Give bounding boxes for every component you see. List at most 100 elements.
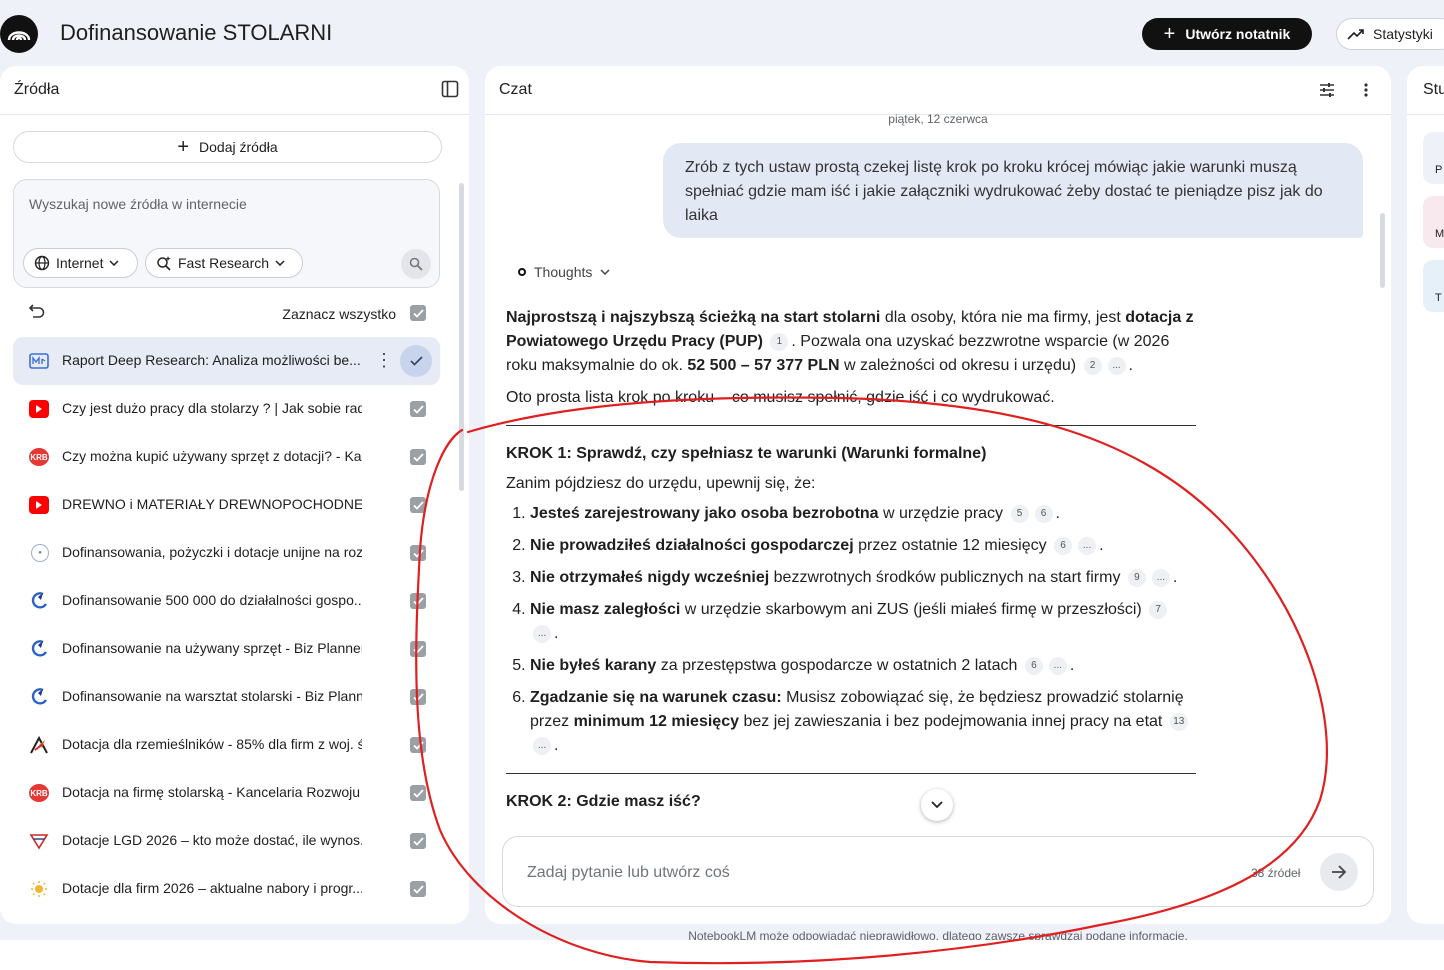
assistant-answer: Najprostszą i najszybszą ścieżką na star… [506, 306, 1196, 820]
chat-composer[interactable]: Zadaj pytanie lub utwórz coś 38 źródeł [502, 836, 1374, 907]
citation-chip[interactable]: 9 [1127, 568, 1146, 587]
citation-chip[interactable]: 7 [1149, 600, 1168, 619]
answer-intro: Najprostszą i najszybszą ścieżką na star… [506, 306, 1196, 378]
source-checkbox[interactable] [410, 545, 426, 561]
source-checkbox[interactable] [410, 593, 426, 609]
chat-panel: Czat piątek, 12 czerwca Zrób z tych usta… [485, 66, 1391, 924]
source-checkbox[interactable] [410, 641, 426, 657]
source-item[interactable]: Dofinansowanie na warsztat stolarski - B… [13, 673, 440, 721]
source-checkbox[interactable] [410, 689, 426, 705]
stats-label: Statystyki [1373, 26, 1433, 42]
check-icon [409, 356, 423, 366]
intro-text: . [1128, 357, 1133, 374]
notebook-title[interactable]: Dofinansowanie STOLARNI [60, 20, 332, 46]
citation-chip[interactable]: 1 [770, 332, 789, 351]
source-checkbox[interactable] [410, 881, 426, 897]
select-all-checkbox[interactable] [410, 305, 426, 321]
source-item[interactable]: KRB Dotacja na firmę stolarską - Kancela… [13, 769, 440, 817]
source-item[interactable]: Dofinansowanie na używany sprzęt - Biz P… [13, 625, 440, 673]
collapse-panel-icon[interactable] [441, 80, 459, 98]
tune-icon[interactable] [1319, 82, 1335, 98]
globe-icon: ● [31, 544, 49, 562]
source-count: 38 źródeł [1251, 866, 1301, 880]
scroll-down-button[interactable] [921, 789, 953, 821]
divider [506, 773, 1196, 774]
check-icon [412, 404, 424, 414]
source-item[interactable]: Dofinansowanie 500 000 do działalności g… [13, 577, 440, 625]
sources-panel: Źródła + Dodaj źródła Wyszukaj nowe źród… [0, 66, 469, 924]
citation-more-chip[interactable]: ... [533, 736, 551, 755]
send-button[interactable] [1320, 853, 1358, 891]
chat-scrollbar[interactable] [1380, 213, 1385, 288]
add-sources-button[interactable]: + Dodaj źródła [13, 131, 442, 163]
source-item[interactable]: KRB Czy można kupić używany sprzęt z dot… [13, 433, 440, 481]
condition-end: . [554, 625, 559, 642]
step1-heading: KROK 1: Sprawdź, czy spełniasz te warunk… [506, 445, 987, 462]
notebooklm-logo-icon[interactable] [0, 15, 38, 53]
chevron-down-icon [109, 260, 120, 266]
source-checkbox[interactable] [410, 737, 426, 753]
create-notebook-button[interactable]: + Utwórz notatnik [1142, 18, 1312, 50]
select-all-label: Zaznacz wszystko [282, 306, 396, 322]
citation-more-chip[interactable]: ... [1078, 536, 1097, 555]
search-submit-button[interactable] [401, 249, 431, 279]
condition-text: bez jej zawieszania i bez podejmowania i… [739, 713, 1163, 730]
source-title: DREWNO i MATERIAŁY DREWNOPOCHODNE -W... [62, 496, 362, 512]
citation-chip[interactable]: 6 [1034, 504, 1053, 523]
source-item[interactable]: ● Dofinansowania, pożyczki i dotacje uni… [13, 529, 440, 577]
chat-input[interactable]: Zadaj pytanie lub utwórz coś [527, 864, 730, 882]
chevron-down-icon [600, 269, 610, 275]
lgd-logo-icon [29, 834, 49, 850]
source-item[interactable]: Dotacje LGD 2026 – kto może dostać, ile … [13, 817, 440, 865]
stats-button[interactable]: Statystyki [1336, 18, 1444, 50]
intro-bold: 52 500 – 57 377 PLN [687, 357, 840, 374]
chevron-down-icon [931, 801, 943, 809]
citation-chip[interactable]: 13 [1169, 712, 1188, 731]
youtube-icon [29, 400, 49, 418]
source-checkbox[interactable] [410, 401, 426, 417]
check-icon [412, 788, 424, 798]
sun-logo-icon [31, 881, 47, 897]
condition-text: przez ostatnie 12 miesięcy [853, 537, 1047, 554]
web-search-input[interactable]: Wyszukaj nowe źródła w internecie [29, 196, 247, 212]
thoughts-toggle[interactable]: Thoughts [518, 264, 610, 280]
check-icon [412, 308, 424, 318]
more-vert-icon[interactable] [1363, 82, 1369, 98]
citation-more-chip[interactable]: ... [1107, 356, 1126, 375]
citation-chip[interactable]: 2 [1083, 356, 1102, 375]
source-checkbox[interactable] [410, 497, 426, 513]
internet-dropdown[interactable]: Internet [23, 248, 138, 278]
citation-chip[interactable]: 6 [1024, 656, 1043, 675]
web-search-box[interactable]: Wyszukaj nowe źródła w internecie Intern… [13, 179, 440, 288]
citation-more-chip[interactable]: ... [1048, 656, 1067, 675]
check-icon [412, 452, 424, 462]
sources-panel-header: Źródła [0, 66, 469, 115]
studio-card-report[interactable]: T [1423, 260, 1444, 312]
citation-more-chip[interactable]: ... [1151, 568, 1170, 587]
fast-research-dropdown[interactable]: Fast Research [145, 248, 303, 278]
source-item[interactable]: Dotacje dla firm 2026 – aktualne nabory … [13, 865, 440, 913]
source-item[interactable]: Czy jest dużo pracy dla stolarzy ? | Jak… [13, 385, 440, 433]
studio-card-audio[interactable]: P [1423, 132, 1444, 184]
studio-card-mindmap[interactable]: M [1423, 196, 1444, 248]
source-checkbox[interactable] [410, 785, 426, 801]
source-title: Dofinansowania, pożyczki i dotacje unijn… [62, 544, 362, 560]
more-vert-icon[interactable]: ⋮ [375, 350, 393, 371]
refresh-icon[interactable] [27, 304, 45, 320]
internet-label: Internet [56, 255, 104, 271]
citation-chip[interactable]: 6 [1054, 536, 1073, 555]
source-title: Dofinansowanie na warsztat stolarski - B… [62, 688, 362, 704]
star-logo-icon [30, 736, 48, 754]
source-checkbox[interactable] [400, 345, 432, 377]
source-item[interactable]: DREWNO i MATERIAŁY DREWNOPOCHODNE -W... [13, 481, 440, 529]
source-item[interactable]: Dotacja dla rzemieślników - 85% dla firm… [13, 721, 440, 769]
source-checkbox[interactable] [410, 449, 426, 465]
citation-more-chip[interactable]: ... [533, 624, 551, 643]
condition-bold: Nie byłeś karany [530, 657, 657, 674]
source-item[interactable]: Raport Deep Research: Analiza możliwości… [13, 337, 440, 385]
bizplanner-icon [31, 640, 48, 657]
sources-scrollbar[interactable] [459, 183, 464, 491]
citation-chip[interactable]: 5 [1010, 504, 1029, 523]
source-checkbox[interactable] [410, 833, 426, 849]
conditions-list: Jesteś zarejestrowany jako osoba bezrobo… [506, 502, 1196, 758]
